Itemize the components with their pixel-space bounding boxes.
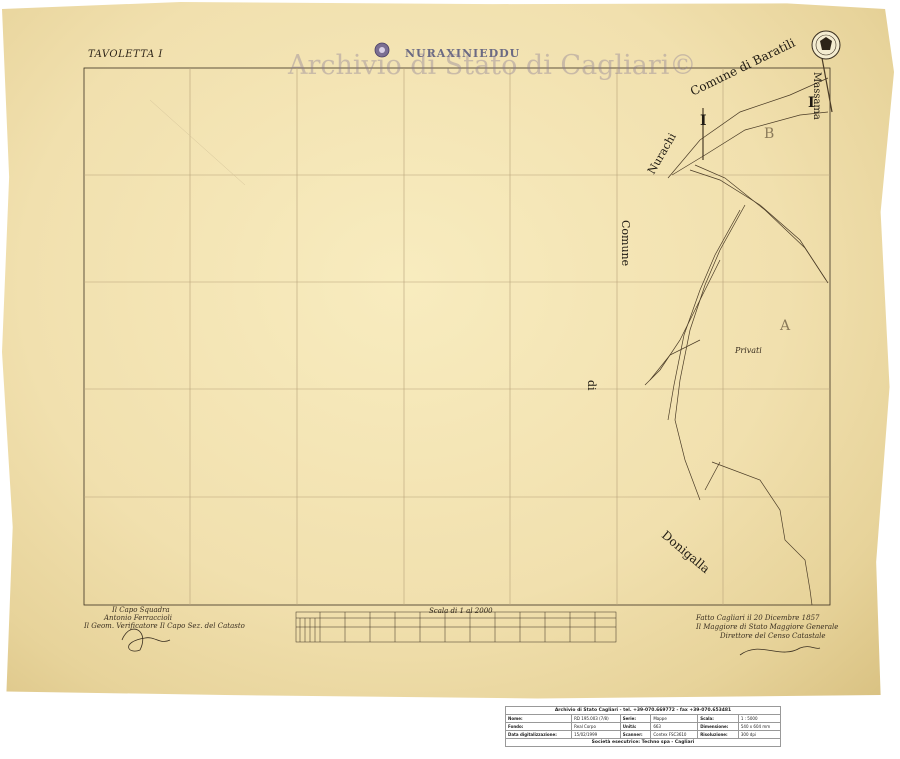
table-row: Fondo: Real Corpo Unità: 663 Dimensione:… [504,722,782,731]
table-cell: Fondo: [504,722,573,731]
zone-marker-a: A [780,318,791,334]
seal-icon [811,30,841,60]
watermark: Archivio di Stato di Cagliari© [288,50,697,81]
cadastral-map [83,30,841,656]
archive-footer: Società esecutrice: Techno spa - Cagliar… [505,738,781,747]
table-cell: 663 [650,722,699,731]
map-frame [83,67,831,606]
label-comune-vertical: Comune [619,220,632,267]
table-cell: 300 dpi [737,730,782,739]
table-cell: Risoluzione: [697,730,739,739]
signature-line: Direttore del Censo Catastale [720,632,826,640]
table-cell: Scala: [697,714,739,723]
table-cell: 540 x 604 mm [737,722,782,731]
grid-lines [84,68,830,605]
table-cell: Contex FSC3610 [650,730,699,739]
table-row: Nome: RD 195.003 (7/8) Serie: Mappe Scal… [504,714,782,723]
archive-header: Archivio di Stato Cagliari - tel. +39-07… [505,706,781,715]
signature-left [121,628,171,652]
table-cell: Nome: [504,714,573,723]
table-cell: Data digitalizzazione: [504,730,573,739]
signature-line: Fatto Cagliari il 20 Dicembre 1857 [696,614,820,622]
table-cell: Unità: [619,722,652,731]
signature-right [739,646,821,656]
table-cell: Mappe [650,714,699,723]
boundary-marker-right [821,57,833,113]
table-cell: Dimensione: [697,722,739,731]
table-row: Data digitalizzazione: 15/02/1999 Scanne… [504,730,782,739]
label-di: di [585,380,598,391]
faint-line [149,99,246,186]
table-cell: 1 : 5000 [737,714,782,723]
road-small [704,461,721,491]
boundary-south [711,461,813,606]
signature-line: Il Geom. Verificatore Il Capo Sez. del C… [84,622,245,630]
signature-line: Antonio Ferraccioli [104,614,173,622]
table-cell: RD 195.003 (7/8) [571,714,621,723]
scale-bar [295,611,617,643]
scale-label: Scala di 1 al 2000 [429,607,493,615]
road-east [689,169,829,284]
table-cell: Real Corpo [571,722,621,731]
signature-line: Il Maggiore di Stato Maggiore Generale [696,623,839,631]
label-privati: Privati [735,346,762,355]
roads [644,77,829,606]
archive-info-table: Archivio di Stato Cagliari - tel. +39-07… [504,706,782,747]
zone-marker-i-left: I [700,113,707,129]
zone-marker-b: B [764,126,775,142]
zone-marker-i-right: I [808,95,815,111]
table-cell: 15/02/1999 [571,730,621,739]
tile-label: TAVOLETTA I [88,49,163,60]
signature-line: Il Capo Squadra [112,606,170,614]
table-cell: Serie: [619,714,652,723]
table-cell: Scanner: [619,730,652,739]
